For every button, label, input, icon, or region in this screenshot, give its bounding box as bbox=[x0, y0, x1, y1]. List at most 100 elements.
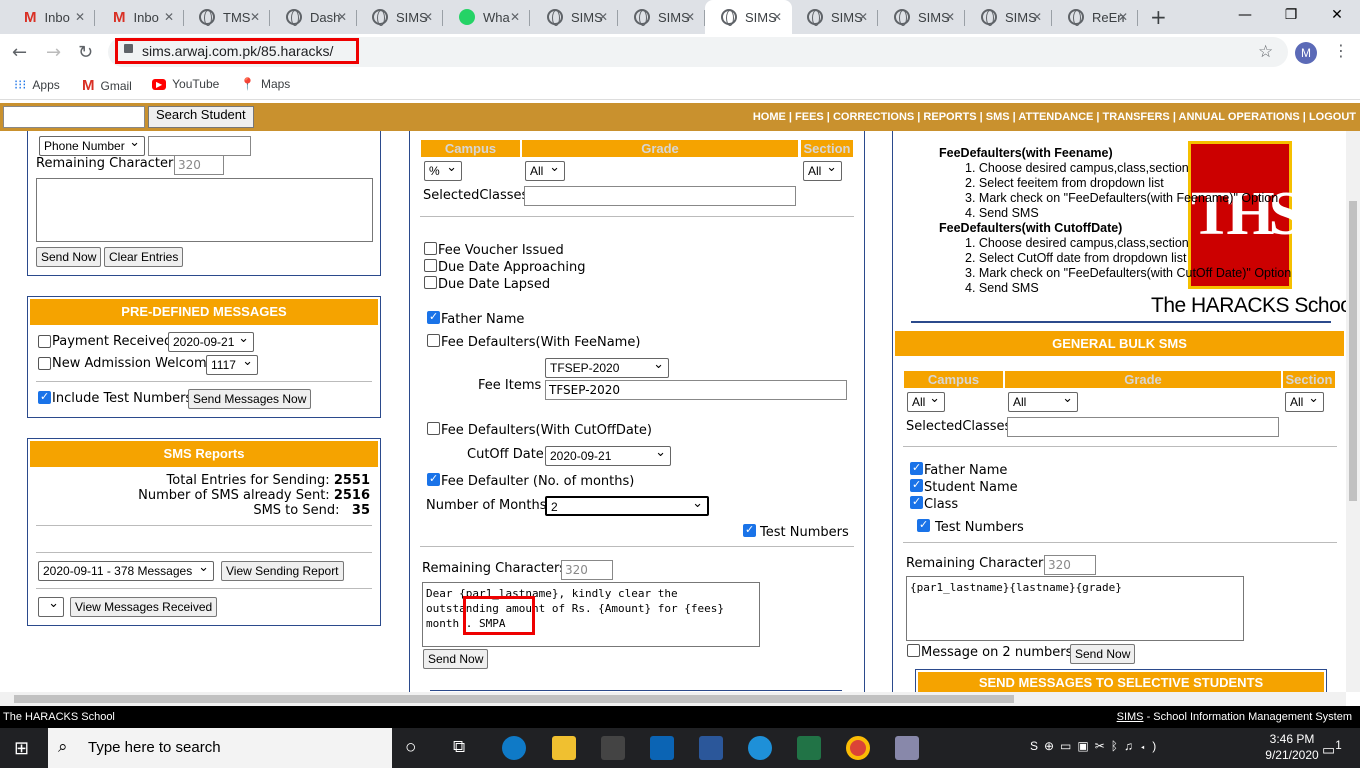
vertical-scrollbar[interactable] bbox=[1346, 131, 1360, 692]
cutoff-date-select[interactable]: 2020-09-21 bbox=[545, 443, 671, 466]
bookmark-maps[interactable]: 📍 Maps bbox=[240, 77, 290, 91]
close-tab-icon[interactable]: ✕ bbox=[858, 10, 868, 24]
address-bar-url[interactable]: sims.arwaj.com.pk/85.haracks/ bbox=[115, 38, 359, 64]
close-tab-icon[interactable]: ✕ bbox=[75, 10, 85, 24]
minimize-icon[interactable]: — bbox=[1222, 0, 1268, 30]
payment-date-select[interactable]: 2020-09-21 bbox=[168, 329, 254, 352]
number-of-months-select[interactable]: 2 bbox=[545, 494, 709, 516]
bookmark-apps[interactable]: ⁝⁝⁝ Apps bbox=[14, 77, 60, 93]
close-tab-icon[interactable]: ✕ bbox=[337, 10, 347, 24]
restore-icon[interactable]: ❐ bbox=[1268, 0, 1314, 30]
browser-tab[interactable]: ReEn ✕ bbox=[1052, 0, 1138, 34]
close-tab-icon[interactable]: ✕ bbox=[423, 10, 433, 24]
scrollbar-thumb[interactable] bbox=[1349, 201, 1357, 501]
browser-tab[interactable]: SIMS ✕ bbox=[356, 0, 443, 34]
send-now-button[interactable]: Send Now bbox=[36, 247, 102, 267]
scrollbar-thumb[interactable] bbox=[14, 695, 1014, 703]
selected-classes-input[interactable] bbox=[524, 186, 796, 206]
father-name-checkbox[interactable] bbox=[427, 310, 440, 324]
browser-tab[interactable]: SIMS ✕ bbox=[878, 0, 965, 34]
word-icon[interactable] bbox=[699, 736, 723, 760]
forward-icon[interactable]: → bbox=[46, 42, 61, 63]
clear-entries-button[interactable]: Clear Entries bbox=[104, 247, 184, 267]
cortana-icon[interactable]: ○ bbox=[405, 737, 416, 759]
back-icon[interactable]: ← bbox=[12, 42, 27, 63]
test-numbers-checkbox[interactable] bbox=[917, 518, 930, 532]
browser-tab[interactable]: SIMS ✕ bbox=[791, 0, 878, 34]
fee-defaulters-cutoff-checkbox[interactable] bbox=[427, 422, 440, 435]
browser-tab[interactable]: TMS ✕ bbox=[183, 0, 270, 34]
profile-avatar[interactable]: M bbox=[1295, 42, 1317, 64]
close-tab-icon[interactable]: ✕ bbox=[945, 10, 955, 24]
excel-icon[interactable] bbox=[797, 736, 821, 760]
grade-select[interactable]: All bbox=[525, 158, 565, 181]
test-numbers-checkbox[interactable] bbox=[743, 523, 756, 537]
bookmark-gmail[interactable]: M Gmail bbox=[82, 77, 132, 94]
phone-number-input[interactable] bbox=[148, 136, 251, 156]
edge-icon[interactable] bbox=[502, 736, 526, 760]
close-tab-icon[interactable]: ✕ bbox=[1032, 10, 1042, 24]
grade-select[interactable]: All bbox=[1008, 389, 1078, 412]
payment-received-checkbox[interactable] bbox=[38, 335, 51, 348]
footer-sims-link[interactable]: SIMS bbox=[1117, 711, 1144, 723]
fee-voucher-checkbox[interactable] bbox=[424, 242, 437, 255]
new-admission-checkbox[interactable] bbox=[38, 357, 51, 370]
close-tab-icon[interactable]: ✕ bbox=[250, 10, 260, 24]
file-explorer-icon[interactable] bbox=[552, 736, 576, 760]
class-checkbox[interactable] bbox=[910, 495, 923, 509]
notification-icon[interactable]: ▭1 bbox=[1322, 739, 1342, 759]
lock-icon[interactable] bbox=[124, 44, 133, 53]
fee-defaulters-feename-checkbox[interactable] bbox=[427, 334, 440, 347]
due-lapsed-checkbox[interactable] bbox=[424, 276, 437, 289]
send-now-button[interactable]: Send Now bbox=[423, 649, 489, 669]
close-tab-icon[interactable]: ✕ bbox=[510, 10, 520, 24]
new-tab-button[interactable]: + bbox=[1150, 5, 1167, 29]
store-icon[interactable] bbox=[601, 736, 625, 760]
fee-items-select[interactable]: TFSEP-2020 bbox=[545, 355, 669, 378]
search-student-button[interactable]: Search Student bbox=[148, 106, 254, 128]
clock-time[interactable]: 3:46 PM bbox=[1252, 732, 1332, 746]
custom-message-textarea[interactable] bbox=[36, 178, 373, 242]
browser-tab[interactable]: Dash ✕ bbox=[270, 0, 357, 34]
view-messages-received-button[interactable]: View Messages Received bbox=[70, 597, 218, 617]
student-name-checkbox[interactable] bbox=[910, 478, 923, 492]
due-approaching-checkbox[interactable] bbox=[424, 259, 437, 272]
bookmark-star-icon[interactable]: ☆ bbox=[1258, 42, 1273, 62]
main-navigation[interactable]: HOME | FEES | CORRECTIONS | REPORTS | SM… bbox=[753, 111, 1356, 123]
system-tray-icons[interactable]: S⊕▭▣✂ᛒ♫◂) bbox=[1030, 739, 1162, 753]
student-search-input[interactable] bbox=[3, 106, 145, 128]
browser-menu-icon[interactable]: ⋮ bbox=[1333, 41, 1349, 60]
bulk-message-textarea[interactable]: {par1_lastname}{lastname}{grade} bbox=[906, 576, 1244, 641]
include-test-checkbox[interactable] bbox=[38, 390, 51, 404]
task-view-icon[interactable]: ⧉ bbox=[453, 737, 465, 757]
browser-tab[interactable]: SIMS ✕ bbox=[531, 0, 618, 34]
fee-items-input[interactable]: TFSEP-2020 bbox=[545, 380, 847, 400]
browser-tab[interactable]: Wha ✕ bbox=[443, 0, 530, 34]
close-tab-icon[interactable]: ✕ bbox=[164, 10, 174, 24]
windows-start-icon[interactable]: ⊞ bbox=[14, 738, 29, 759]
browser-tab[interactable]: SIMS ✕ bbox=[705, 0, 792, 34]
section-select[interactable]: All bbox=[1285, 389, 1324, 412]
fee-defaulter-months-checkbox[interactable] bbox=[427, 472, 440, 486]
new-admission-select[interactable]: 1117 bbox=[206, 352, 258, 375]
father-name-checkbox[interactable] bbox=[910, 461, 923, 475]
send-now-button[interactable]: Send Now bbox=[1070, 644, 1136, 664]
campus-select[interactable]: All bbox=[907, 389, 945, 412]
taskbar-search[interactable]: Type here to search bbox=[48, 728, 392, 768]
selected-classes-input[interactable] bbox=[1007, 417, 1279, 437]
browser-tab[interactable]: SIMS ✕ bbox=[965, 0, 1052, 34]
section-select[interactable]: All bbox=[803, 158, 842, 181]
reload-icon[interactable]: ↻ bbox=[78, 42, 93, 63]
two-numbers-checkbox[interactable] bbox=[907, 644, 920, 657]
horizontal-scrollbar[interactable] bbox=[0, 692, 1346, 706]
mail-icon[interactable] bbox=[650, 736, 674, 760]
campus-select[interactable]: % bbox=[424, 158, 462, 181]
browser-tab[interactable]: SIMS ✕ bbox=[618, 0, 705, 34]
browser-tab[interactable]: M Inbo ✕ bbox=[8, 0, 95, 34]
report-date-select[interactable]: 2020-09-11 - 378 Messages bbox=[38, 558, 214, 581]
close-tab-icon[interactable]: ✕ bbox=[772, 10, 782, 24]
bookmark-youtube[interactable]: ▶ YouTube bbox=[152, 77, 219, 91]
close-tab-icon[interactable]: ✕ bbox=[598, 10, 608, 24]
received-select[interactable] bbox=[38, 594, 64, 617]
close-tab-icon[interactable]: ✕ bbox=[685, 10, 695, 24]
